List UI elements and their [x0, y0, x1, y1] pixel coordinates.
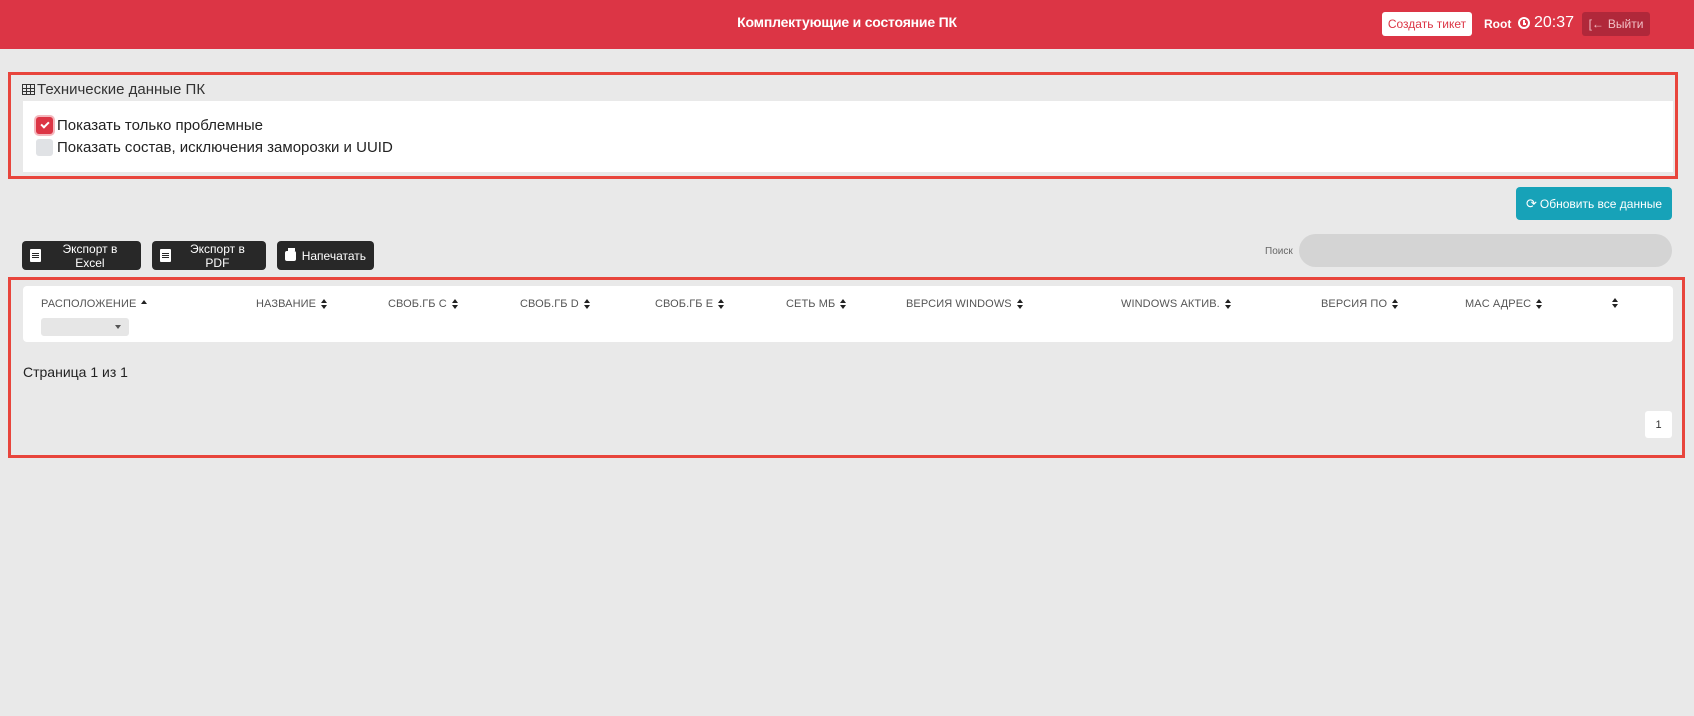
export-pdf-button[interactable]: Экспорт в PDF — [152, 241, 266, 270]
column-extra[interactable] — [1607, 298, 1618, 308]
export-excel-button[interactable]: Экспорт в Excel — [22, 241, 141, 270]
pdf-file-icon — [160, 249, 171, 262]
caret-down-icon — [115, 325, 121, 329]
sort-asc-icon — [141, 300, 148, 304]
search-input[interactable] — [1299, 234, 1672, 267]
column-label: СВОБ.ГБ E — [655, 298, 714, 310]
panel-title-text: Технические данные ПК — [37, 81, 206, 98]
show-problematic-option[interactable]: Показать только проблемные — [36, 117, 263, 134]
column-free-c[interactable]: СВОБ.ГБ C — [388, 298, 458, 310]
filter-options: Показать только проблемные Показать сост… — [23, 101, 1673, 172]
show-problematic-checkbox[interactable] — [36, 117, 53, 134]
table-icon — [22, 84, 35, 95]
sign-out-icon: [← — [1588, 17, 1604, 31]
show-composition-label: Показать состав, исключения заморозки и … — [57, 139, 393, 156]
sort-icon — [451, 299, 458, 309]
print-label: Напечатать — [301, 248, 366, 263]
sort-icon — [583, 299, 590, 309]
column-windows-activation[interactable]: WINDOWS АКТИВ. — [1121, 298, 1231, 310]
column-label: НАЗВАНИЕ — [256, 298, 317, 310]
sort-icon — [840, 299, 847, 309]
print-button[interactable]: Напечатать — [277, 241, 374, 270]
clock: 20:37 — [1518, 14, 1574, 32]
sort-icon — [1224, 299, 1231, 309]
column-label: ВЕРСИЯ WINDOWS — [906, 298, 1012, 310]
export-pdf-label: Экспорт в PDF — [190, 241, 245, 270]
column-label: СВОБ.ГБ C — [388, 298, 447, 310]
panel-title: Технические данные ПК — [22, 81, 205, 98]
logout-button[interactable]: [← Выйти — [1582, 12, 1650, 36]
show-composition-option[interactable]: Показать состав, исключения заморозки и … — [36, 139, 393, 156]
refresh-label: Обновить все данные — [1539, 196, 1663, 211]
sort-icon — [1536, 299, 1543, 309]
export-excel-label: Экспорт в Excel — [62, 241, 118, 270]
column-label: MAC АДРЕС — [1465, 298, 1532, 310]
column-free-e[interactable]: СВОБ.ГБ E — [655, 298, 725, 310]
excel-file-icon — [30, 249, 41, 262]
clock-icon — [1518, 17, 1530, 29]
check-icon — [39, 119, 50, 129]
column-location[interactable]: РАСПОЛОЖЕНИЕ — [41, 298, 148, 310]
refresh-icon: ⟳ — [1525, 195, 1537, 211]
column-software-version[interactable]: ВЕРСИЯ ПО — [1321, 298, 1399, 310]
clock-time: 20:37 — [1534, 14, 1575, 31]
column-free-d[interactable]: СВОБ.ГБ D — [520, 298, 590, 310]
top-header: Комплектующие и состояние ПК Создать тик… — [0, 0, 1694, 49]
page-info: Страница 1 из 1 — [23, 364, 128, 380]
column-network[interactable]: СЕТЬ МБ — [786, 298, 847, 310]
sort-icon — [718, 299, 725, 309]
table-panel: РАСПОЛОЖЕНИЕ НАЗВАНИЕ СВОБ.ГБ C СВОБ.ГБ … — [8, 277, 1685, 458]
sort-icon — [321, 299, 328, 309]
user-name: Root — [1484, 17, 1512, 31]
sort-icon — [1612, 298, 1618, 308]
column-label: СВОБ.ГБ D — [520, 298, 579, 310]
show-problematic-label: Показать только проблемные — [57, 117, 263, 134]
search-label: Поиск — [1265, 246, 1293, 257]
tech-data-panel: Технические данные ПК Показать только пр… — [8, 72, 1678, 179]
data-table: РАСПОЛОЖЕНИЕ НАЗВАНИЕ СВОБ.ГБ C СВОБ.ГБ … — [23, 286, 1673, 342]
column-label: РАСПОЛОЖЕНИЕ — [41, 298, 137, 310]
column-label: ВЕРСИЯ ПО — [1321, 298, 1388, 310]
refresh-all-button[interactable]: ⟳ Обновить все данные — [1516, 187, 1672, 220]
column-label: СЕТЬ МБ — [786, 298, 836, 310]
sort-icon — [1392, 299, 1399, 309]
page-1-button[interactable]: 1 — [1645, 411, 1672, 438]
show-composition-checkbox[interactable] — [36, 139, 53, 156]
printer-icon — [285, 247, 296, 261]
sort-icon — [1016, 299, 1023, 309]
location-filter-select[interactable] — [41, 318, 129, 336]
logout-label: Выйти — [1607, 17, 1644, 31]
column-name[interactable]: НАЗВАНИЕ — [256, 298, 328, 310]
column-mac-address[interactable]: MAC АДРЕС — [1465, 298, 1543, 310]
column-label: WINDOWS АКТИВ. — [1121, 298, 1220, 310]
column-windows-version[interactable]: ВЕРСИЯ WINDOWS — [906, 298, 1023, 310]
create-ticket-button[interactable]: Создать тикет — [1382, 12, 1472, 36]
